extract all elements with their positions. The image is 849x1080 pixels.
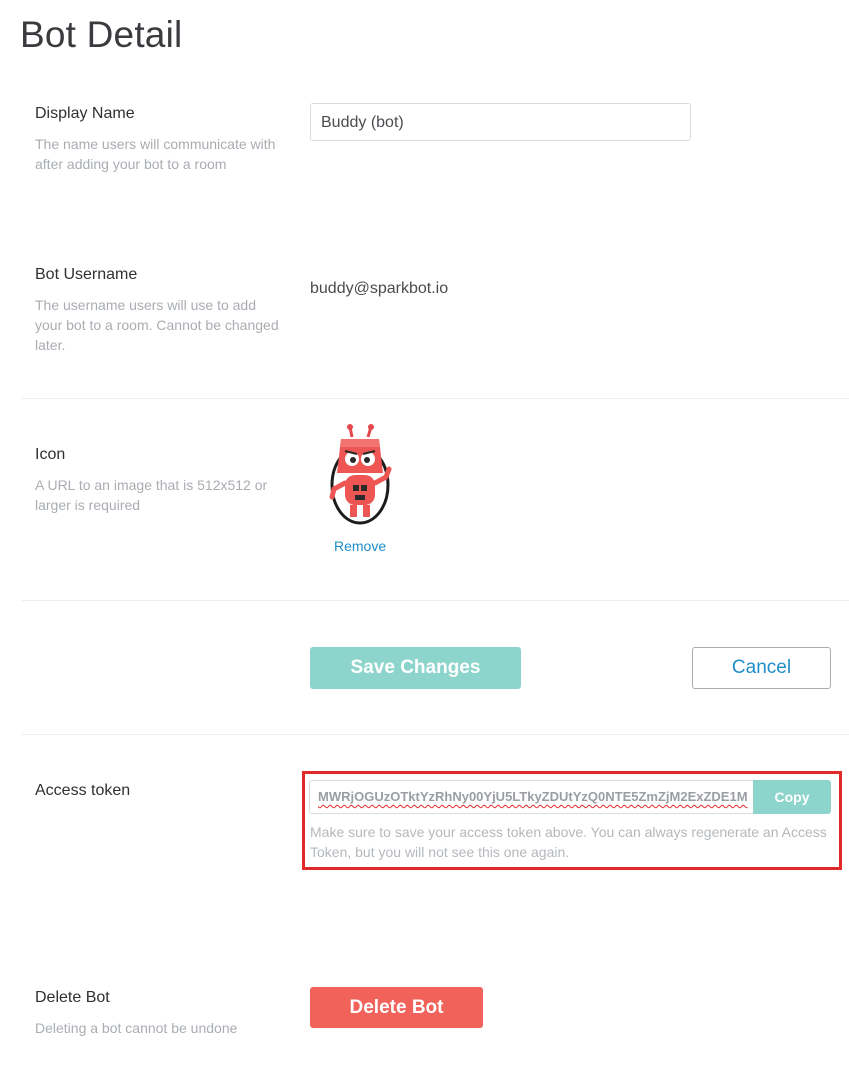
access-token-value: MWRjOGUzOTktYzRhNy00YjU5LTkyZDUtYzQ0NTE5… — [318, 789, 748, 804]
remove-icon-link[interactable]: Remove — [334, 538, 386, 554]
access-token-help: Make sure to save your access token abov… — [310, 824, 827, 860]
display-name-label: Display Name — [35, 105, 135, 122]
display-name-help: The name users will communicate with aft… — [35, 136, 276, 172]
copy-button[interactable]: Copy — [753, 780, 831, 814]
delete-bot-help: Deleting a bot cannot be undone — [35, 1020, 238, 1036]
icon-help: A URL to an image that is 512x512 or lar… — [35, 477, 268, 513]
save-changes-button[interactable]: Save Changes — [310, 647, 521, 689]
cancel-button[interactable]: Cancel — [692, 647, 831, 689]
delete-bot-button[interactable]: Delete Bot — [310, 987, 483, 1028]
icon-label: Icon — [35, 446, 66, 463]
robot-avatar-icon — [325, 423, 395, 525]
bot-username-value: buddy@sparkbot.io — [310, 280, 449, 297]
access-token-input[interactable]: MWRjOGUzOTktYzRhNy00YjU5LTkyZDUtYzQ0NTE5… — [309, 780, 753, 814]
page-title: Bot Detail — [20, 14, 183, 55]
divider — [22, 600, 849, 601]
divider — [22, 734, 849, 735]
delete-bot-label: Delete Bot — [35, 989, 110, 1006]
divider — [22, 398, 849, 399]
access-token-label: Access token — [35, 782, 131, 799]
bot-username-help: The username users will use to add your … — [35, 297, 279, 353]
display-name-input[interactable]: Buddy (bot) — [310, 103, 691, 141]
bot-username-label: Bot Username — [35, 266, 138, 283]
